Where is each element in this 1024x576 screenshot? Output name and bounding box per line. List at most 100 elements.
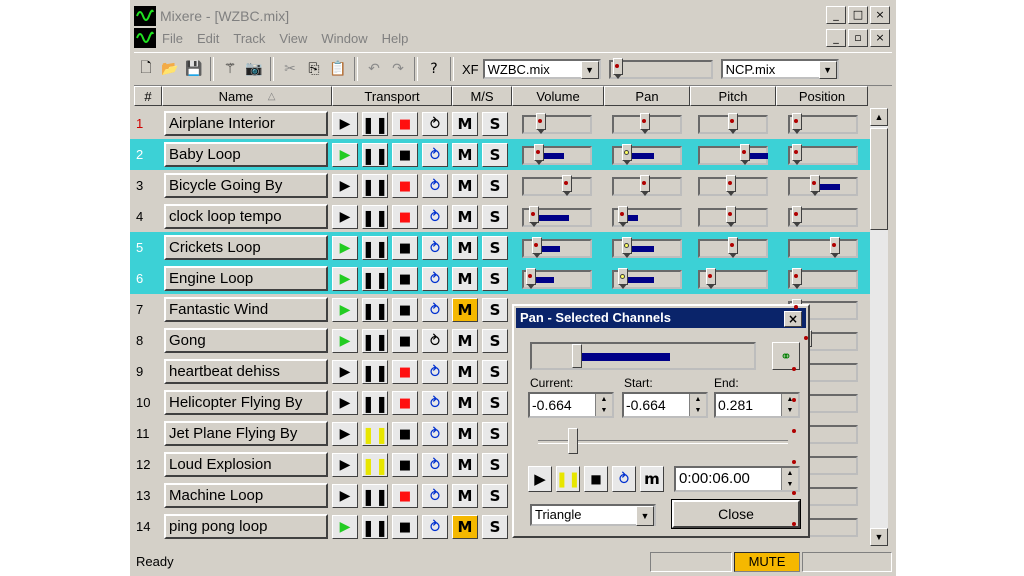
play-icon[interactable]: ▶ <box>332 515 358 539</box>
slider-thumb[interactable] <box>529 206 539 229</box>
close-button[interactable]: × <box>870 6 890 24</box>
volume-slider[interactable] <box>522 113 592 134</box>
menu-window[interactable]: Window <box>321 31 367 46</box>
slider-thumb[interactable] <box>792 206 802 229</box>
pause-icon[interactable]: ❚❚ <box>362 298 388 322</box>
header-volume[interactable]: Volume <box>512 86 604 106</box>
ncp-file-combo[interactable]: NCP.mix ▼ <box>720 59 839 79</box>
track-name-button[interactable]: Gong <box>164 328 328 353</box>
stop-icon[interactable]: ■ <box>392 422 418 446</box>
header-ms[interactable]: M/S <box>452 86 512 106</box>
pause-icon[interactable]: ❚❚ <box>362 236 388 260</box>
header-pan[interactable]: Pan <box>604 86 690 106</box>
pause-icon[interactable]: ❚❚ <box>362 453 388 477</box>
slider-thumb[interactable] <box>706 268 716 291</box>
new-file-icon[interactable]: 🗋 <box>134 57 158 81</box>
redo-icon[interactable]: ↷ <box>386 57 410 81</box>
child-close-button[interactable]: × <box>870 29 890 47</box>
slider-thumb[interactable] <box>792 268 802 291</box>
dialog-close-icon[interactable]: × <box>784 311 802 327</box>
solo-button[interactable]: S <box>482 422 508 446</box>
loop-icon[interactable]: ⥁ <box>422 329 448 353</box>
track-row[interactable]: 2 Baby Loop ▶ ❚❚ ■ ⥁ M S <box>130 139 874 170</box>
loop-icon[interactable]: ⥁ <box>422 484 448 508</box>
current-field[interactable]: -0.664 ▲ ▼ <box>528 392 614 418</box>
menu-help[interactable]: Help <box>382 31 409 46</box>
pan-slider[interactable] <box>612 113 682 134</box>
stop-icon[interactable]: ■ <box>392 143 418 167</box>
dialog-pause-icon[interactable]: ❚❚ <box>555 466 581 492</box>
mute-button[interactable]: M <box>452 236 478 260</box>
child-restore-button[interactable]: ▫ <box>848 29 868 47</box>
slider-thumb[interactable] <box>640 175 650 198</box>
open-folder-icon[interactable]: 📂 <box>158 57 182 81</box>
pause-icon[interactable]: ❚❚ <box>362 515 388 539</box>
help-icon[interactable]: ? <box>422 57 446 81</box>
scroll-up-icon[interactable]: ▲ <box>870 108 888 126</box>
loop-icon[interactable]: ⥁ <box>422 298 448 322</box>
stop-icon[interactable]: ■ <box>392 360 418 384</box>
pause-icon[interactable]: ❚❚ <box>362 143 388 167</box>
track-name-button[interactable]: Machine Loop <box>164 483 328 508</box>
play-icon[interactable]: ▶ <box>332 205 358 229</box>
pan-slider[interactable] <box>612 175 682 198</box>
track-name-button[interactable]: Crickets Loop <box>164 235 328 260</box>
header-transport[interactable]: Transport <box>332 86 452 106</box>
play-icon[interactable]: ▶ <box>332 174 358 198</box>
stop-icon[interactable]: ■ <box>392 112 418 136</box>
menu-edit[interactable]: Edit <box>197 31 219 46</box>
slider-thumb[interactable] <box>562 175 572 198</box>
play-icon[interactable]: ▶ <box>332 236 358 260</box>
position-slider[interactable] <box>788 268 858 291</box>
header-name[interactable]: Name △ <box>162 86 332 106</box>
solo-button[interactable]: S <box>482 205 508 229</box>
pause-icon[interactable]: ❚❚ <box>362 174 388 198</box>
dialog-close-button[interactable]: Close <box>671 499 801 529</box>
header-pitch[interactable]: Pitch <box>690 86 776 106</box>
time-position-thumb[interactable] <box>568 428 578 454</box>
maximize-button[interactable]: □ <box>848 6 868 24</box>
stop-icon[interactable]: ■ <box>392 236 418 260</box>
mix-file-combo[interactable]: WZBC.mix ▼ <box>482 59 601 79</box>
mute-button[interactable]: M <box>452 329 478 353</box>
spin-updown-icon[interactable]: ▲ ▼ <box>781 468 798 490</box>
pan-range-thumb[interactable] <box>572 344 582 368</box>
menu-view[interactable]: View <box>279 31 307 46</box>
crossfade-thumb[interactable] <box>612 57 623 81</box>
spin-updown-icon[interactable]: ▲ ▼ <box>595 394 612 416</box>
slider-thumb[interactable] <box>618 268 628 291</box>
vertical-scrollbar[interactable]: ▲ ▼ <box>870 108 888 546</box>
stop-icon[interactable]: ■ <box>392 267 418 291</box>
cut-icon[interactable]: ✂ <box>278 57 302 81</box>
slider-thumb[interactable] <box>792 144 802 167</box>
mute-button[interactable]: M <box>452 112 478 136</box>
slider-thumb[interactable] <box>534 144 544 167</box>
play-icon[interactable]: ▶ <box>332 422 358 446</box>
track-row[interactable]: 6 Engine Loop ▶ ❚❚ ■ ⥁ M S <box>130 263 874 294</box>
pause-icon[interactable]: ❚❚ <box>362 205 388 229</box>
time-field[interactable]: 0:00:06.00 ▲ ▼ <box>674 466 800 492</box>
volume-slider[interactable] <box>522 237 592 260</box>
pitch-slider[interactable] <box>698 237 768 258</box>
scroll-down-icon[interactable]: ▼ <box>870 528 888 546</box>
track-name-button[interactable]: Baby Loop <box>164 142 328 167</box>
waveform-combo[interactable]: Triangle ▼ <box>530 504 656 526</box>
position-slider[interactable] <box>788 206 858 229</box>
play-icon[interactable]: ▶ <box>332 484 358 508</box>
dialog-stop-icon[interactable]: ■ <box>584 466 608 492</box>
chevron-down-icon[interactable]: ▼ <box>818 61 837 79</box>
loop-icon[interactable]: ⥁ <box>422 453 448 477</box>
position-slider[interactable] <box>788 113 858 134</box>
mute-button[interactable]: M <box>452 298 478 322</box>
stop-icon[interactable]: ■ <box>392 174 418 198</box>
slider-thumb[interactable] <box>532 237 542 260</box>
loop-icon[interactable]: ⥁ <box>422 360 448 384</box>
pan-slider[interactable] <box>612 206 682 227</box>
stop-icon[interactable]: ■ <box>392 391 418 415</box>
pause-icon[interactable]: ❚❚ <box>362 391 388 415</box>
paste-icon[interactable]: 📋 <box>326 57 350 81</box>
chevron-down-icon[interactable]: ▼ <box>636 506 654 526</box>
loop-icon[interactable]: ⥁ <box>422 515 448 539</box>
slider-thumb[interactable] <box>740 144 750 167</box>
stop-icon[interactable]: ■ <box>392 298 418 322</box>
